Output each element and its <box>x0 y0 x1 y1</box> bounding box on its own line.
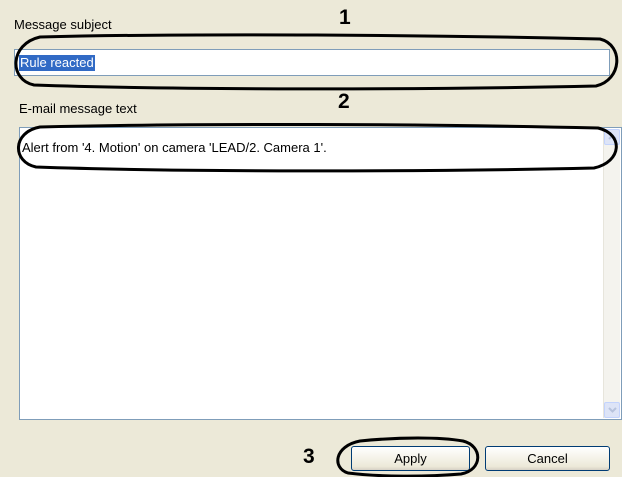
message-subject-label: Message subject <box>14 17 112 32</box>
chevron-down-icon <box>608 407 617 413</box>
email-message-textarea[interactable]: Alert from '4. Motion' on camera 'LEAD/2… <box>19 127 622 420</box>
callout-number-2: 2 <box>338 90 350 113</box>
callout-number-1: 1 <box>339 6 351 29</box>
message-subject-input[interactable]: Rule reacted <box>14 49 610 76</box>
email-message-content: Alert from '4. Motion' on camera 'LEAD/2… <box>22 140 327 155</box>
callout-number-3: 3 <box>303 445 315 468</box>
vertical-scrollbar[interactable] <box>603 129 620 418</box>
chevron-up-icon <box>608 134 617 140</box>
apply-button[interactable]: Apply <box>351 446 470 471</box>
cancel-button[interactable]: Cancel <box>485 446 610 471</box>
message-subject-selected-text: Rule reacted <box>19 55 95 71</box>
email-message-text-label: E-mail message text <box>19 101 137 116</box>
scroll-down-button[interactable] <box>604 402 620 418</box>
scroll-up-button[interactable] <box>604 129 620 145</box>
